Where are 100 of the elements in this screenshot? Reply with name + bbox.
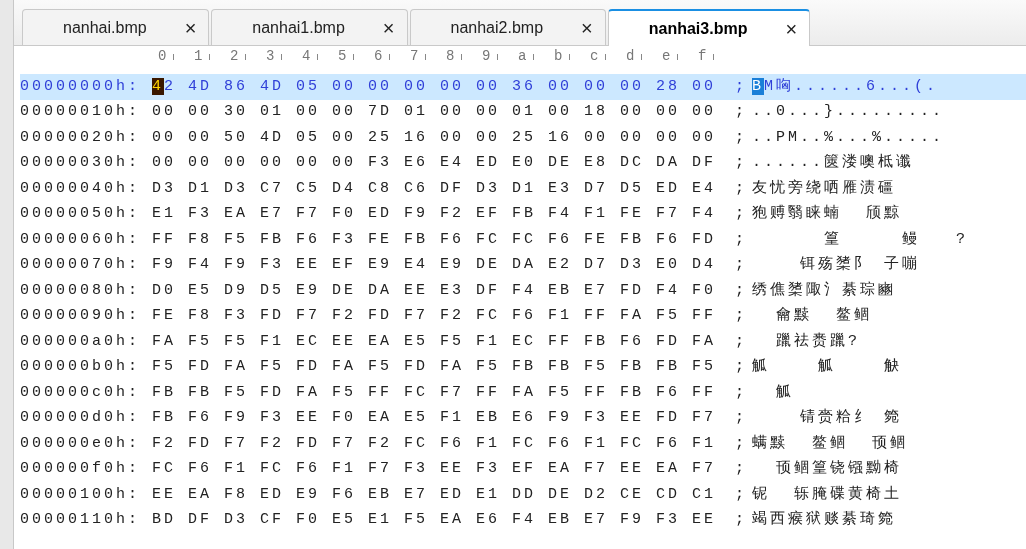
file-tab[interactable]: nanhai3.bmp × [607, 9, 811, 46]
hex-byte: F5 [260, 357, 285, 377]
hex-byte: E6 [404, 153, 429, 173]
hex-byte: E3 [548, 178, 573, 199]
ascii-text: 觚 觚 觖 [752, 357, 902, 377]
separator: ; [734, 306, 748, 326]
hex-byte: 36 [512, 76, 537, 97]
close-button[interactable]: × [577, 17, 597, 38]
hex-row[interactable]: 00000090h: FE F8 F3 FD F7 F2 FD F7 F2 FC F6 F1 FF FA F5 FF ; 龠黩 鳌鲴 [20, 303, 1026, 329]
hex-byte: F3 [224, 306, 249, 326]
hex-byte: FD [656, 331, 681, 352]
row-offset: 000000c0h: [20, 382, 141, 403]
hex-row[interactable]: 00000080h: D0 E5 D9 D5 E9 DE DA EE E3 DF F4 EB E7 FD F4 F0 ; 绣僬橥陬氵綦琮豳 [20, 278, 1026, 304]
row-offset: 00000040h: [20, 178, 141, 199]
hex-row[interactable]: 00000060h: FF F8 F5 FB F6 F3 FE FB F6 FC FC F6 FE FB F6 FD ; 篁 鳗 ? [20, 227, 1026, 253]
hex-byte: 00 [620, 102, 645, 122]
hex-row[interactable]: 00000020h: 00 00 50 4D 05 00 25 16 00 00 25 16 00 00 00 00 ; ..PM..%...%..... [20, 125, 1026, 151]
hex-row[interactable]: 000000a0h: FA F5 F5 F1 EC EE EA E5 F5 F1 EC FF FB F6 FD FA ; 躐祛赉躐? [20, 329, 1026, 355]
hex-byte: 00 [656, 102, 681, 122]
hex-byte: 01 [512, 102, 537, 122]
separator: ; [734, 229, 748, 250]
hex-byte: 00 [332, 127, 357, 148]
ascii-text: ..PM..%...%..... [752, 127, 945, 148]
hex-byte: DF [692, 153, 717, 173]
hex-byte: EE [440, 459, 465, 479]
hex-byte: D3 [224, 510, 249, 530]
hex-byte: F1 [584, 204, 609, 224]
row-offset: 00000020h: [20, 127, 141, 148]
hex-byte: 00 [476, 76, 501, 97]
ascii-text: 龠黩 鳌鲴 [775, 305, 872, 326]
hex-row[interactable]: 00000040h: D3 D1 D3 C7 C5 D4 C8 C6 DF D3 D1 E3 D7 D5 ED E4 ; 友忧旁绕哂雁渍礓 [20, 176, 1026, 202]
hex-byte: EE [620, 408, 645, 428]
hex-byte: FA [512, 382, 537, 403]
hex-row[interactable]: 000000b0h: F5 FD FA F5 FD FA F5 FD FA F5 FB FB F5 FB FB F5 ; 觚 觚 觖 [20, 354, 1026, 380]
hex-byte: F3 [260, 255, 285, 275]
hex-byte: 00 [476, 102, 501, 122]
hex-byte: DE [332, 280, 357, 301]
hex-row[interactable]: 00000050h: E1 F3 EA E7 F7 F0 ED F9 F2 EF FB F4 F1 FE F7 F4 ; 狍赙翳睐蝻 颀黥 [20, 201, 1026, 227]
column-label: 7 [410, 47, 422, 66]
file-tab[interactable]: nanhai1.bmp × [211, 9, 408, 45]
hex-byte: FC [404, 433, 429, 454]
hex-row[interactable]: 00000110h: BD DF D3 CF F0 E5 E1 F5 EA E6 F4 EB E7 F9 F3 EE ; 竭西瘊狱赕綦琦箢 [20, 507, 1026, 533]
hex-row[interactable]: 000000d0h: FB F6 F9 F3 EE F0 EA E5 F1 EB E6 F9 F3 EE FD F7 ; 锖赍粭纟 箢 [20, 405, 1026, 431]
hex-byte: E4 [440, 153, 465, 173]
hex-byte: D3 [152, 178, 177, 199]
hex-byte: DA [512, 255, 537, 275]
hex-row[interactable]: 000000f0h: FC F6 F1 FC F6 F1 F7 F3 EE F3 EF EA F7 EE EA F7 ; 顸鲴篁铙镪黝椅 [20, 456, 1026, 482]
hex-byte: F5 [224, 331, 249, 352]
hex-byte: FB [584, 331, 609, 352]
separator: ; [734, 280, 748, 301]
column-label: 9 [482, 47, 494, 66]
ascii-text: 竭西瘊狱赕綦琦箢 [752, 509, 896, 530]
hex-byte: E8 [584, 153, 609, 173]
hex-byte: F9 [152, 255, 177, 275]
hex-byte: F5 [332, 382, 357, 403]
hex-row[interactable]: 000000c0h: FB FB F5 FD FA F5 FF FC F7 FF FA F5 FF FB F6 FF ; 觚 [20, 380, 1026, 406]
hex-byte: EA [368, 331, 393, 352]
hex-byte: DF [188, 510, 213, 530]
column-label: c [590, 47, 602, 66]
hex-byte: 00 [224, 153, 249, 173]
column-label: b [554, 47, 566, 66]
hex-byte: DA [368, 280, 393, 301]
hex-byte: D3 [620, 255, 645, 275]
hex-row[interactable]: 00000070h: F9 F4 F9 F3 EE EF E9 E4 E9 DE DA E2 D7 D3 E0 D4 ; 铒殇橥阝 子嘣 [20, 252, 1026, 278]
hex-byte: EE [692, 510, 717, 530]
hex-byte: F6 [440, 433, 465, 454]
hex-byte: E5 [332, 510, 357, 530]
hex-byte: F0 [332, 408, 357, 428]
hex-byte: F9 [224, 408, 249, 428]
hex-byte: FF [692, 306, 717, 326]
hex-byte: E9 [368, 255, 393, 275]
close-button[interactable]: × [180, 17, 201, 38]
hex-byte: FD [296, 433, 321, 454]
hex-byte: F4 [656, 280, 681, 301]
hex-byte: D0 [152, 280, 177, 301]
row-offset: 000000a0h: [20, 331, 141, 352]
close-button[interactable]: × [781, 18, 802, 39]
hex-byte: F7 [296, 306, 321, 326]
hex-byte: 01 [260, 102, 285, 122]
hex-byte: EA [440, 510, 465, 530]
hex-byte: C7 [260, 178, 285, 199]
hex-row[interactable]: 00000030h: 00 00 00 00 00 00 F3 E6 E4 ED E0 DE E8 DC DA DF ; ......篋溇噢柢谶 [20, 150, 1026, 176]
hex-byte: F1 [224, 459, 249, 479]
hex-row[interactable]: 00000010h: 00 00 30 01 00 00 7D 01 00 00 01 00 18 00 00 00 ; ..0...}......... [20, 99, 1026, 125]
hex-byte: DA [656, 153, 681, 173]
hex-row[interactable]: 000000e0h: F2 FD F7 F2 FD F7 F2 FC F6 F1 FC F6 F1 FC F6 F1 ; 螨黩 鳌鲴 顸鲴 [20, 431, 1026, 457]
hex-byte: 00 [440, 76, 465, 97]
hex-byte: FB [152, 408, 177, 428]
hex-row[interactable]: 00000100h: EE EA F8 ED E9 F6 EB E7 ED E1 DD DE D2 CE CD C1 ; 铌 轹腌碟黄椅土 [20, 482, 1026, 508]
hex-byte: FE [368, 229, 393, 250]
hex-byte: F5 [548, 382, 573, 403]
close-button[interactable]: × [378, 17, 399, 38]
hex-byte: E7 [260, 204, 285, 224]
file-tab[interactable]: nanhai2.bmp × [409, 9, 606, 45]
file-tab[interactable]: nanhai.bmp × [22, 9, 210, 45]
hex-byte: F6 [548, 433, 573, 454]
ascii-text: ..0...}......... [752, 102, 945, 122]
column-label: 8 [446, 47, 458, 66]
hex-byte: 00 [296, 102, 321, 122]
hex-byte: F5 [584, 357, 609, 377]
